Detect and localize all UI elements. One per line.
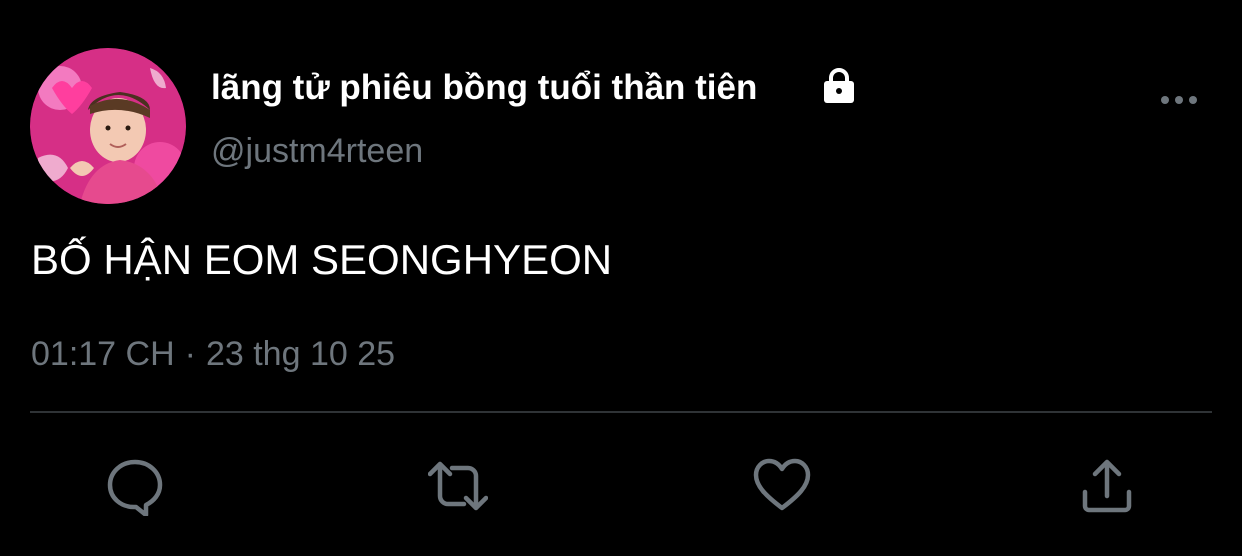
user-handle[interactable]: @justm4rteen [211,130,423,172]
reply-icon [107,459,163,516]
share-icon [1082,459,1132,513]
avatar-image [30,48,186,204]
lock-icon [820,68,858,104]
divider [30,411,1212,413]
more-icon[interactable] [1158,88,1200,112]
avatar[interactable] [30,48,186,204]
share-button[interactable] [1077,456,1137,516]
tweet-date[interactable]: 23 thg 10 25 [206,335,395,373]
display-name[interactable]: lãng tử phiêu bồng tuổi thần tiên [211,66,757,110]
tweet-time[interactable]: 01:17 CH [31,335,175,373]
like-button[interactable] [752,456,812,516]
reply-button[interactable] [105,456,165,516]
retweet-button[interactable] [428,456,488,516]
meta-separator: · [184,335,196,373]
tweet-metadata: 01:17 CH · 23 thg 10 25 [31,333,395,375]
tweet-card: lãng tử phiêu bồng tuổi thần tiên @justm… [0,0,1242,556]
retweet-icon [428,461,488,511]
heart-icon [753,458,811,511]
tweet-text: BỐ HẬN EOM SEONGHYEON [31,236,613,283]
